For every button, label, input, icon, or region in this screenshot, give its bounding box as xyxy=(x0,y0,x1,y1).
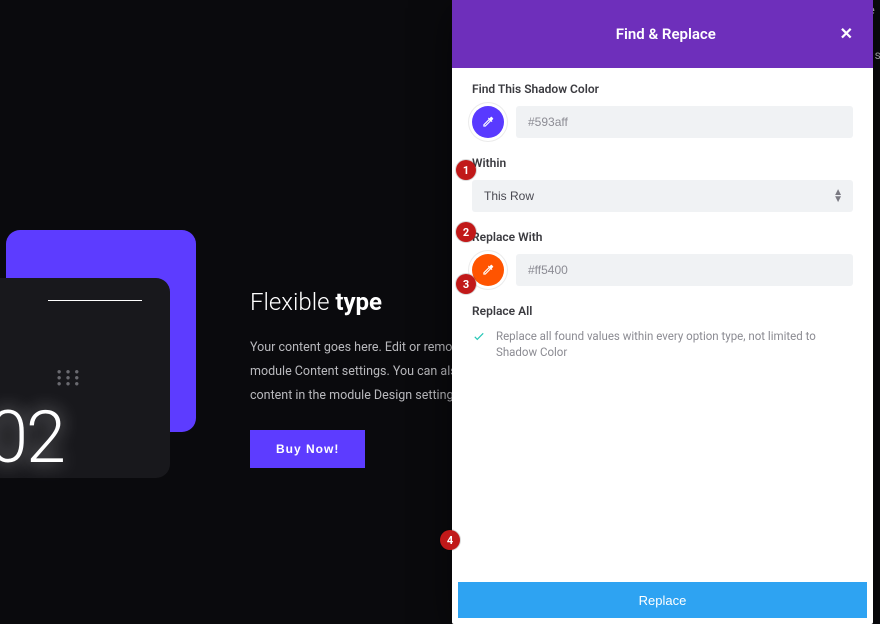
replace-all-label: Replace All xyxy=(472,304,853,318)
section-number: 02 xyxy=(0,395,64,480)
buy-now-button[interactable]: Buy Now! xyxy=(250,430,365,468)
within-select[interactable] xyxy=(472,180,853,212)
annotation-badge-4: 4 xyxy=(440,530,460,550)
eyedropper-icon xyxy=(481,263,495,277)
close-icon[interactable]: ✕ xyxy=(840,26,853,42)
within-label: Within xyxy=(472,156,853,170)
find-color-input[interactable] xyxy=(516,106,853,138)
find-color-swatch-button[interactable] xyxy=(472,106,504,138)
eyedropper-icon xyxy=(481,115,495,129)
annotation-badge-1: 1 xyxy=(456,160,476,180)
annotation-badge-3: 3 xyxy=(456,274,476,294)
replace-color-swatch-button[interactable] xyxy=(472,254,504,286)
replace-with-label: Replace With xyxy=(472,230,853,244)
replace-all-description: Replace all found values within every op… xyxy=(496,328,853,360)
replace-color-input[interactable] xyxy=(516,254,853,286)
drag-dots-icon: ●●●●●●●●● xyxy=(57,369,84,387)
find-label: Find This Shadow Color xyxy=(472,82,853,96)
find-replace-modal: Find & Replace ✕ Find This Shadow Color … xyxy=(452,0,873,624)
section-title: Flexible type xyxy=(250,288,382,316)
check-icon[interactable] xyxy=(472,329,486,343)
modal-header: Find & Replace ✕ xyxy=(452,0,873,68)
annotation-badge-2: 2 xyxy=(456,222,476,242)
replace-button[interactable]: Replace xyxy=(458,582,867,618)
modal-title: Find & Replace xyxy=(616,25,716,43)
